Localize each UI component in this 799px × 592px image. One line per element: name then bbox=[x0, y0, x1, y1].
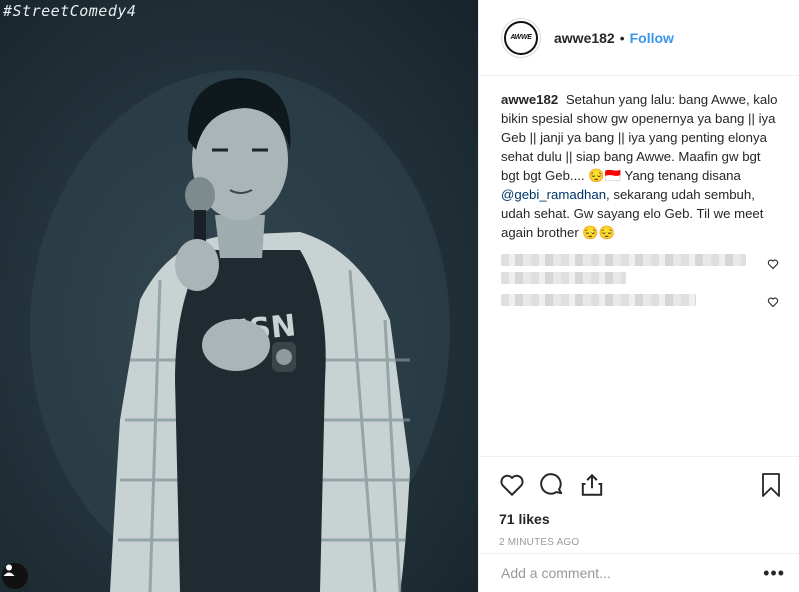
share-button[interactable] bbox=[579, 465, 619, 505]
header-separator: • bbox=[619, 29, 625, 46]
heart-icon bbox=[500, 474, 524, 496]
caption-username[interactable]: awwe182 bbox=[501, 92, 558, 107]
post-side-panel: AWWE awwe182 • Follow awwe182 Setahun ya… bbox=[478, 0, 799, 592]
caption-mention-link[interactable]: @gebi_ramadhan bbox=[501, 187, 606, 202]
user-icon bbox=[3, 564, 15, 576]
avatar-logo: AWWE bbox=[504, 20, 538, 55]
bookmark-icon bbox=[762, 473, 780, 497]
like-button[interactable] bbox=[499, 465, 539, 505]
follow-button[interactable]: Follow bbox=[630, 30, 674, 46]
blurred-comment-line bbox=[501, 254, 746, 266]
comment-bubble-icon bbox=[540, 473, 563, 495]
blurred-comment-line bbox=[501, 272, 626, 284]
comment-like-heart-icon[interactable] bbox=[767, 258, 779, 270]
user-tag-button[interactable] bbox=[2, 563, 28, 589]
add-comment-bar: Add a comment... ••• bbox=[479, 553, 799, 592]
avatar-logo-text: AWWE bbox=[510, 34, 532, 41]
comments-section: awwe182 Setahun yang lalu: bang Awwe, ka… bbox=[479, 76, 799, 456]
comment-like-heart-icon[interactable] bbox=[767, 296, 779, 308]
header-username[interactable]: awwe182 bbox=[554, 30, 615, 46]
likes-count[interactable]: 71 likes bbox=[499, 511, 783, 527]
photo-overlay-hashtag: #StreetComedy4 bbox=[3, 2, 137, 20]
post-header: AWWE awwe182 • Follow bbox=[479, 0, 799, 76]
share-upload-icon bbox=[581, 473, 603, 496]
post-timestamp[interactable]: 2 MINUTES AGO bbox=[499, 537, 783, 548]
save-button[interactable] bbox=[743, 465, 783, 505]
blurred-comment-2 bbox=[501, 292, 779, 314]
more-options-button[interactable]: ••• bbox=[763, 563, 785, 584]
add-comment-input[interactable]: Add a comment... bbox=[501, 565, 763, 581]
avatar[interactable]: AWWE bbox=[501, 17, 541, 58]
post-caption: awwe182 Setahun yang lalu: bang Awwe, ka… bbox=[501, 90, 779, 242]
blurred-comment-line bbox=[501, 294, 696, 306]
comment-button[interactable] bbox=[539, 465, 579, 505]
blurred-comment-1 bbox=[501, 252, 779, 288]
post-photo[interactable]: USN #StreetComedy4 bbox=[0, 0, 478, 592]
performer-illustration: USN bbox=[30, 70, 450, 592]
post-actions: 71 likes 2 MINUTES AGO bbox=[479, 456, 799, 548]
action-icon-row bbox=[499, 465, 783, 505]
